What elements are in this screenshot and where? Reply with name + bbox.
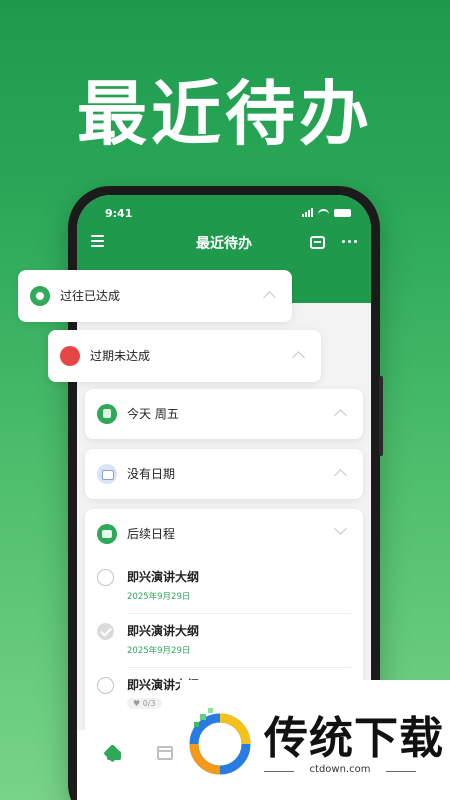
subtask-count: ♥ 0/3 [127, 698, 162, 709]
watermark-url: ctdown.com [264, 764, 416, 775]
hero-title: 最近待办 [77, 73, 373, 155]
task-date: 2025年9月29日 [127, 646, 191, 656]
wifi-icon [318, 208, 329, 217]
calendar-icon [97, 464, 117, 484]
group-today[interactable]: 今天 周五 [85, 389, 363, 439]
battery-icon [334, 208, 351, 217]
task-item[interactable]: 即兴演讲大纲 2025年9月29日 [85, 559, 363, 613]
task-checkbox[interactable] [97, 677, 114, 694]
task-title: 即兴演讲大纲 [127, 624, 200, 638]
group-today-label: 今天 周五 [127, 407, 179, 421]
status-bar: 9:41 [77, 205, 371, 223]
group-overdue-label: 过期未达成 [90, 349, 151, 363]
chevron-up-icon[interactable] [334, 469, 347, 482]
task-title: 即兴演讲大纲 [127, 570, 200, 584]
calendar-nav-icon[interactable] [157, 746, 173, 760]
group-upcoming-header[interactable]: 后续日程 [85, 509, 363, 559]
top-bar: 最近待办 [77, 233, 371, 255]
watermark: 传统下载 ctdown.com [180, 680, 450, 800]
signal-icon [302, 208, 313, 217]
task-checkbox[interactable] [97, 623, 114, 640]
home-icon[interactable] [105, 744, 123, 760]
group-overdue[interactable]: 过期未达成 [48, 330, 321, 399]
task-date: 2025年9月29日 [127, 592, 191, 602]
more-icon[interactable] [342, 240, 357, 243]
watermark-logo-icon [189, 708, 251, 775]
group-past-done-label: 过往已达成 [60, 289, 121, 303]
task-checkbox[interactable] [97, 569, 114, 586]
error-circle-icon [60, 346, 80, 399]
printer-icon[interactable] [310, 236, 325, 249]
chevron-up-icon[interactable] [334, 409, 347, 422]
group-past-done[interactable]: 过往已达成 [18, 270, 292, 322]
check-circle-icon [30, 286, 50, 306]
watermark-name: 传统下载 [264, 713, 444, 764]
group-no-date[interactable]: 没有日期 [85, 449, 363, 499]
group-upcoming-label: 后续日程 [127, 527, 176, 541]
app-title: 最近待办 [196, 236, 252, 252]
today-icon [97, 404, 117, 424]
chevron-down-icon[interactable] [334, 522, 347, 535]
chevron-up-icon[interactable] [292, 351, 305, 364]
schedule-icon [97, 524, 117, 544]
group-no-date-label: 没有日期 [127, 467, 176, 481]
status-icons [302, 208, 351, 217]
task-item[interactable]: 即兴演讲大纲 2025年9月29日 [85, 613, 363, 667]
status-time: 9:41 [105, 207, 133, 220]
chevron-up-icon[interactable] [263, 291, 276, 304]
